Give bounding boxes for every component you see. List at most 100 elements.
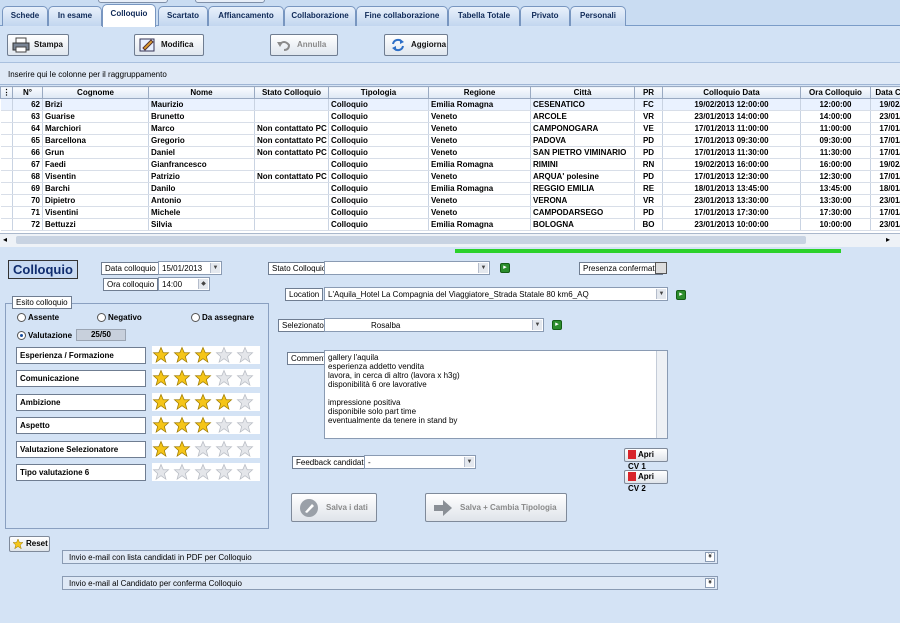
star-rating[interactable] bbox=[152, 416, 260, 435]
tab-affiancamento[interactable]: Affiancamento bbox=[208, 6, 284, 26]
table-row[interactable]: 66 Grun Daniel Non contattato PC Colloquio Ve… bbox=[0, 146, 900, 159]
star-rating[interactable] bbox=[152, 392, 260, 411]
star-empty-icon[interactable] bbox=[215, 369, 233, 387]
row-selector[interactable] bbox=[0, 194, 13, 207]
star-filled-icon[interactable] bbox=[152, 346, 170, 364]
star-empty-icon[interactable] bbox=[236, 346, 254, 364]
time-field[interactable]: 14:00 ◆ bbox=[158, 277, 210, 291]
row-selector[interactable] bbox=[0, 122, 13, 135]
scroll-right-icon[interactable]: ▸ bbox=[886, 235, 890, 244]
star-rating[interactable] bbox=[152, 463, 260, 481]
refresh-button[interactable]: Aggiorna bbox=[384, 34, 448, 56]
selectors-select[interactable]: Rosalba ▼ bbox=[324, 318, 544, 332]
candidates-grid[interactable]: ⋮ N° Cognome Nome Stato Colloquio Tipologia R… bbox=[0, 86, 900, 233]
column-header[interactable]: Nome bbox=[148, 86, 255, 99]
tab-privato[interactable]: Privato bbox=[520, 6, 570, 26]
row-selector[interactable] bbox=[0, 218, 13, 231]
table-row[interactable]: 68 Visentin Patrizio Non contattato PC Collo… bbox=[0, 170, 900, 183]
radio-absent[interactable] bbox=[17, 313, 26, 322]
star-empty-icon[interactable] bbox=[236, 416, 254, 434]
star-empty-icon[interactable] bbox=[236, 369, 254, 387]
star-filled-icon[interactable] bbox=[173, 393, 191, 411]
tab-schede[interactable]: Schede bbox=[2, 6, 48, 26]
email-candidate-bar[interactable]: Invio e-mail al Candidato per conferma C… bbox=[62, 576, 718, 590]
open-cv2-button[interactable]: Apri CV 2 bbox=[624, 470, 668, 493]
spinner-icon[interactable]: ◆ bbox=[198, 279, 208, 289]
double-chevron-down-icon[interactable]: ¥ bbox=[705, 578, 715, 588]
chevron-down-icon[interactable]: ▼ bbox=[478, 263, 488, 273]
location-go-icon[interactable]: ▸ bbox=[676, 290, 686, 300]
table-row[interactable]: 64 Marchiori Marco Non contattato PC Colloqu… bbox=[0, 122, 900, 135]
star-rating[interactable] bbox=[152, 369, 260, 388]
scroll-thumb[interactable] bbox=[16, 236, 806, 244]
star-filled-icon[interactable] bbox=[152, 416, 170, 434]
column-header[interactable]: Tipologia bbox=[328, 86, 429, 99]
row-selector[interactable] bbox=[0, 146, 13, 159]
status-select[interactable]: ▼ bbox=[324, 261, 490, 275]
feedback-select[interactable]: - ▼ bbox=[364, 455, 476, 469]
star-empty-icon[interactable] bbox=[215, 440, 233, 458]
column-header[interactable]: Colloquio Data bbox=[662, 86, 801, 99]
star-empty-icon[interactable] bbox=[236, 393, 254, 411]
star-filled-icon[interactable] bbox=[194, 369, 212, 387]
tab-fine-collaborazione[interactable]: Fine collaborazione bbox=[356, 6, 448, 26]
save-button[interactable]: Salva i dati bbox=[291, 493, 377, 522]
tab-scartato[interactable]: Scartato bbox=[158, 6, 208, 26]
column-header[interactable]: N° bbox=[12, 86, 43, 99]
star-empty-icon[interactable] bbox=[236, 463, 254, 481]
tab-collaborazione[interactable]: Collaborazione bbox=[284, 6, 356, 26]
splitter-handle[interactable] bbox=[455, 249, 841, 253]
star-filled-icon[interactable] bbox=[173, 346, 191, 364]
star-filled-icon[interactable] bbox=[173, 440, 191, 458]
group-by-panel[interactable]: Inserire qui le colonne per il raggruppa… bbox=[0, 63, 900, 85]
star-filled-icon[interactable] bbox=[152, 440, 170, 458]
table-row[interactable]: 71 Visentini Michele Colloquio Veneto CAMPODA… bbox=[0, 206, 900, 219]
row-selector[interactable] bbox=[0, 182, 13, 195]
table-row[interactable]: 63 Guarise Brunetto Colloquio Veneto ARCOLE VR… bbox=[0, 110, 900, 123]
email-pdf-list-bar[interactable]: Invio e-mail con lista candidati in PDF … bbox=[62, 550, 718, 564]
column-header[interactable]: Data Co bbox=[870, 86, 900, 99]
table-row[interactable]: 72 Bettuzzi Silvia Colloquio Emilia Romagna B… bbox=[0, 218, 900, 231]
row-selector-header[interactable]: ⋮ bbox=[0, 86, 13, 99]
table-row[interactable]: 70 Dipietro Antonio Colloquio Veneto VERONA VR… bbox=[0, 194, 900, 207]
column-header[interactable]: Ora Colloquio bbox=[800, 86, 871, 99]
row-selector[interactable] bbox=[0, 206, 13, 219]
location-select[interactable]: L'Aquila_Hotel La Compagnia del Viaggiat… bbox=[324, 287, 668, 301]
column-header[interactable]: Regione bbox=[428, 86, 531, 99]
star-empty-icon[interactable] bbox=[236, 440, 254, 458]
date-field[interactable]: 15/01/2013 ▼ bbox=[158, 261, 222, 275]
star-empty-icon[interactable] bbox=[215, 346, 233, 364]
star-filled-icon[interactable] bbox=[194, 416, 212, 434]
comments-scrollbar[interactable] bbox=[656, 351, 667, 438]
star-filled-icon[interactable] bbox=[215, 393, 233, 411]
row-selector[interactable] bbox=[0, 98, 13, 111]
scroll-left-icon[interactable]: ◂ bbox=[3, 235, 7, 244]
star-filled-icon[interactable] bbox=[194, 393, 212, 411]
selectors-go-icon[interactable]: ▸ bbox=[552, 320, 562, 330]
radio-rating[interactable] bbox=[17, 331, 26, 340]
star-empty-icon[interactable] bbox=[215, 416, 233, 434]
radio-negative[interactable] bbox=[97, 313, 106, 322]
save-change-type-button[interactable]: Salva + Cambia Tipologia bbox=[425, 493, 567, 522]
table-row[interactable]: 69 Barchi Danilo Colloquio Emilia Romagna REG… bbox=[0, 182, 900, 195]
column-header[interactable]: Città bbox=[530, 86, 635, 99]
table-row[interactable]: 67 Faedi Gianfrancesco Colloquio Emilia Roma… bbox=[0, 158, 900, 171]
star-filled-icon[interactable] bbox=[173, 416, 191, 434]
star-filled-icon[interactable] bbox=[152, 369, 170, 387]
column-header[interactable]: Stato Colloquio bbox=[254, 86, 329, 99]
tab-personali[interactable]: Personali bbox=[570, 6, 626, 26]
table-row[interactable]: 65 Barcellona Gregorio Non contattato PC Col… bbox=[0, 134, 900, 147]
star-filled-icon[interactable] bbox=[152, 393, 170, 411]
tab-colloquio[interactable]: Colloquio bbox=[102, 4, 156, 27]
star-empty-icon[interactable] bbox=[194, 463, 212, 481]
table-row[interactable]: 62 Brizi Maurizio Colloquio Emilia Romagna CE… bbox=[0, 98, 900, 111]
star-rating[interactable] bbox=[152, 346, 260, 364]
row-selector[interactable] bbox=[0, 110, 13, 123]
reset-button[interactable]: Reset bbox=[9, 536, 50, 552]
undo-button[interactable]: Annulla bbox=[270, 34, 338, 56]
print-button[interactable]: Stampa bbox=[7, 34, 69, 56]
confirmed-checkbox[interactable] bbox=[655, 262, 667, 274]
row-selector[interactable] bbox=[0, 170, 13, 183]
open-cv1-button[interactable]: Apri CV 1 bbox=[624, 448, 668, 471]
row-selector[interactable] bbox=[0, 134, 13, 147]
